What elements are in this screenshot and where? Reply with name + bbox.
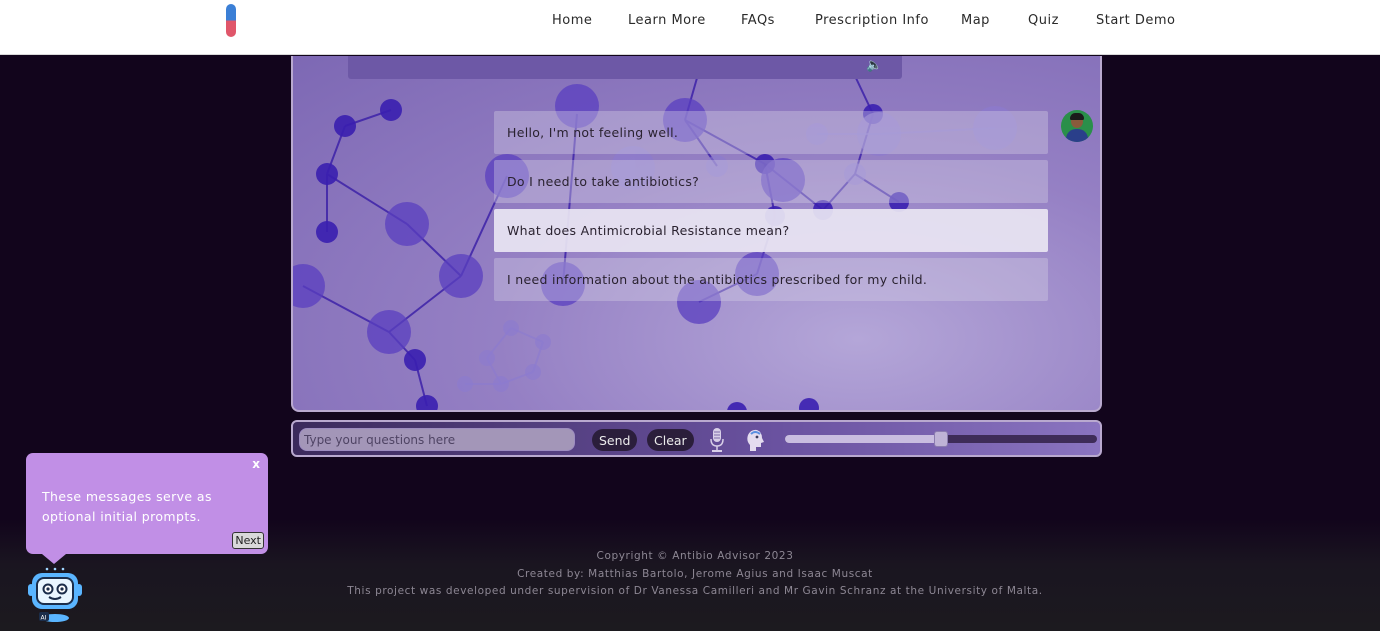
volume-slider-thumb[interactable]: [934, 431, 948, 447]
nav-link-map[interactable]: Map: [961, 13, 990, 28]
close-icon[interactable]: x: [252, 457, 260, 471]
clear-button[interactable]: Clear: [647, 429, 694, 451]
send-button[interactable]: Send: [592, 429, 638, 451]
volume-slider[interactable]: [785, 431, 1097, 447]
prompt-suggestion-active[interactable]: What does Antimicrobial Resistance mean?: [494, 209, 1048, 252]
prompt-suggestion[interactable]: I need information about the antibiotics…: [494, 258, 1048, 301]
nav-link-home[interactable]: Home: [552, 13, 592, 28]
microphone-icon[interactable]: [709, 427, 725, 453]
speaker-icon[interactable]: 🔈: [866, 58, 882, 73]
speaking-head-icon[interactable]: [745, 427, 765, 453]
nav-link-faqs[interactable]: FAQs: [741, 13, 775, 28]
user-avatar: [1061, 110, 1093, 142]
top-navbar: Home Learn More FAQs Prescription Info M…: [0, 0, 1380, 55]
chat-top-bar: 🔈: [348, 56, 902, 79]
chat-input-bar: Send Clear: [291, 420, 1102, 457]
robot-assistant-icon[interactable]: AI: [27, 566, 83, 624]
question-input[interactable]: [299, 428, 575, 451]
tooltip-message: These messages serve as optional initial…: [42, 489, 212, 524]
onboarding-tooltip: x These messages serve as optional initi…: [26, 453, 268, 564]
nav-link-learn-more[interactable]: Learn More: [628, 13, 706, 28]
footer-credits: Created by: Matthias Bartolo, Jerome Agi…: [517, 568, 873, 580]
footer-supervision: This project was developed under supervi…: [347, 585, 1043, 597]
prompt-suggestion[interactable]: Hello, I'm not feeling well.: [494, 111, 1048, 154]
prompt-suggestion[interactable]: Do I need to take antibiotics?: [494, 160, 1048, 203]
next-button[interactable]: Next: [232, 532, 264, 549]
svg-text:AI: AI: [41, 615, 47, 622]
nav-link-prescription-info[interactable]: Prescription Info: [815, 13, 929, 28]
nav-link-quiz[interactable]: Quiz: [1028, 13, 1059, 28]
pill-logo-icon[interactable]: [226, 4, 236, 37]
chat-panel: 🔈 Hello, I'm not feeling well. Do I need…: [291, 56, 1102, 412]
volume-slider-fill: [785, 435, 941, 443]
nav-link-start-demo[interactable]: Start Demo: [1096, 13, 1176, 28]
